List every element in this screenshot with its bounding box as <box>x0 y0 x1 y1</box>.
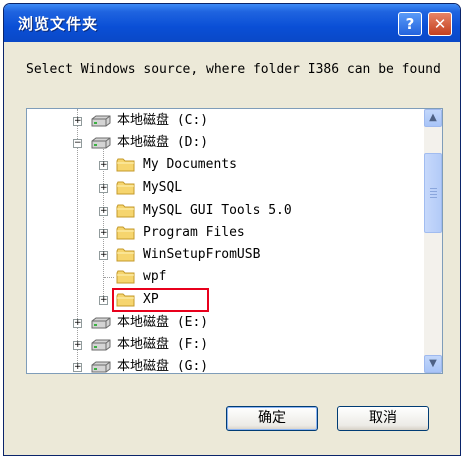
scroll-down-button[interactable]: ▼ <box>424 355 442 373</box>
title-bar[interactable]: 浏览文件夹 ? ✕ <box>4 4 460 42</box>
close-button[interactable]: ✕ <box>428 12 452 36</box>
tree-item-label: 本地磁盘 (F:) <box>117 337 209 352</box>
tree-item-drive-d[interactable]: − 本地磁盘 (D:) <box>27 133 422 153</box>
highlight-box <box>112 288 209 312</box>
drive-icon <box>91 137 111 149</box>
folder-icon <box>116 181 135 195</box>
window-title: 浏览文件夹 <box>18 15 99 33</box>
expand-toggle[interactable]: + <box>73 117 82 126</box>
tree-item-my-documents[interactable]: + My Documents <box>27 155 422 175</box>
tree-item-label: wpf <box>143 269 167 284</box>
expand-toggle[interactable]: + <box>73 363 82 372</box>
tree-item-winsetupfromusb[interactable]: + WinSetupFromUSB <box>27 245 422 265</box>
scroll-thumb[interactable] <box>424 153 442 233</box>
expand-toggle[interactable]: + <box>99 251 108 260</box>
tree-item-xp[interactable]: + XP <box>27 290 422 310</box>
folder-icon <box>116 158 135 172</box>
expand-toggle[interactable]: + <box>99 207 108 216</box>
drive-icon <box>91 339 111 351</box>
tree-item-mysql-gui-tools[interactable]: + MySQL GUI Tools 5.0 <box>27 201 422 221</box>
expand-toggle[interactable]: + <box>73 341 82 350</box>
tree-item-label: 本地磁盘 (E:) <box>117 315 209 330</box>
tree-item-mysql[interactable]: + MySQL <box>27 178 422 198</box>
cancel-button[interactable]: 取消 <box>337 406 429 431</box>
tree-item-label: 本地磁盘 (C:) <box>117 113 209 128</box>
tree-item-label: 本地磁盘 (G:) <box>117 359 209 374</box>
tree-item-drive-f[interactable]: + 本地磁盘 (F:) <box>27 335 422 355</box>
tree-item-wpf[interactable]: wpf <box>27 267 422 287</box>
folder-icon <box>116 204 135 218</box>
tree-item-label: Program Files <box>143 225 245 240</box>
tree-item-label: 本地磁盘 (D:) <box>117 135 209 150</box>
tree-item-drive-g[interactable]: + 本地磁盘 (G:) <box>27 357 422 374</box>
expand-toggle[interactable]: + <box>99 296 108 305</box>
thumb-grip <box>430 197 437 198</box>
expand-toggle[interactable]: + <box>99 184 108 193</box>
tree-item-label: WinSetupFromUSB <box>143 247 261 262</box>
tree-item-drive-c[interactable]: + 本地磁盘 (C:) <box>27 111 422 131</box>
tree-item-drive-e[interactable]: + 本地磁盘 (E:) <box>27 313 422 333</box>
folder-icon <box>116 226 135 240</box>
thumb-grip <box>430 191 437 192</box>
tree-item-label: My Documents <box>143 157 237 172</box>
tree-item-label: MySQL <box>143 180 183 195</box>
vertical-scrollbar[interactable]: ▲ ▼ <box>424 109 442 373</box>
expand-toggle[interactable]: + <box>99 229 108 238</box>
instruction-text: Select Windows source, where folder I386… <box>26 62 441 77</box>
collapse-toggle[interactable]: − <box>73 139 82 148</box>
expand-toggle[interactable]: + <box>99 161 108 170</box>
browse-folder-dialog: 浏览文件夹 ? ✕ Select Windows source, where f… <box>3 3 461 456</box>
thumb-grip <box>430 194 437 195</box>
help-button[interactable]: ? <box>398 12 422 36</box>
drive-icon <box>91 361 111 373</box>
folder-tree[interactable]: + 本地磁盘 (C:) − 本地磁盘 (D:) + My Documents +… <box>26 108 443 374</box>
drive-icon <box>91 115 111 127</box>
scroll-up-button[interactable]: ▲ <box>424 109 442 127</box>
drive-icon <box>91 317 111 329</box>
folder-icon <box>116 270 135 284</box>
ok-button[interactable]: 确定 <box>226 406 318 431</box>
tree-connector-line <box>104 277 114 278</box>
thumb-grip <box>430 188 437 189</box>
tree-item-program-files[interactable]: + Program Files <box>27 223 422 243</box>
tree-item-label: MySQL GUI Tools 5.0 <box>143 203 292 218</box>
folder-icon <box>116 248 135 262</box>
expand-toggle[interactable]: + <box>73 319 82 328</box>
